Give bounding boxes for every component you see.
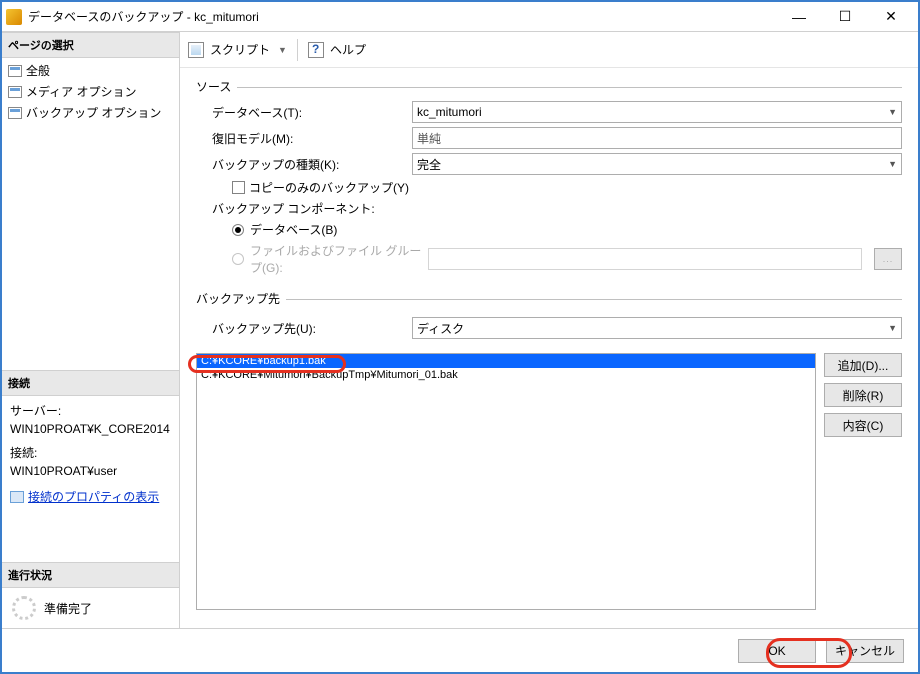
window-title: データベースのバックアップ - kc_mitumori [28,8,776,25]
minimize-button[interactable]: — [776,3,822,31]
destination-group-label: バックアップ先 [196,292,286,306]
database-radio[interactable] [232,224,244,236]
progress-status: 準備完了 [44,600,92,617]
database-combo[interactable]: kc_mitumori▼ [412,101,902,123]
sidebar: ページの選択 全般 メディア オプション バックアップ オプション 接続 サーバ… [2,32,180,628]
remove-button[interactable]: 削除(R) [824,383,902,407]
ok-button[interactable]: OK [738,639,816,663]
maximize-button[interactable]: ☐ [822,3,868,31]
connection-info: サーバー: WIN10PROAT¥K_CORE2014 接続: WIN10PRO… [2,396,179,512]
filegroup-radio [232,253,244,265]
script-icon [188,42,204,58]
sidebar-item-backup-options[interactable]: バックアップ オプション [2,102,179,123]
filegroup-field [428,248,862,270]
cancel-button[interactable]: キャンセル [826,639,904,663]
database-icon [6,9,22,25]
recovery-model-field: 単純 [412,127,902,149]
sidebar-item-label: メディア オプション [26,83,137,100]
list-item[interactable]: C:¥KCORE¥Mitumori¥BackupTmp¥Mitumori_01.… [197,368,815,382]
separator [297,39,298,61]
filegroup-browse-button[interactable]: ... [874,248,902,270]
sidebar-item-label: 全般 [26,62,50,79]
chevron-down-icon: ▼ [888,323,897,333]
sidebar-item-label: バックアップ オプション [26,104,161,121]
progress-header: 進行状況 [2,562,179,588]
server-label: サーバー: [10,402,171,420]
sidebar-item-media[interactable]: メディア オプション [2,81,179,102]
properties-icon [10,491,24,503]
connection-label: 接続: [10,444,171,462]
script-button[interactable]: スクリプト [210,41,270,58]
help-icon [308,42,324,58]
chevron-down-icon[interactable]: ▼ [278,45,287,55]
toolbar: スクリプト ▼ ヘルプ [180,32,918,68]
copy-only-label: コピーのみのバックアップ(Y) [249,179,409,196]
source-group-label: ソース [196,80,237,94]
pages-header: ページの選択 [2,32,179,58]
sidebar-item-general[interactable]: 全般 [2,60,179,81]
database-radio-label: データベース(B) [250,221,337,238]
connection-header: 接続 [2,370,179,396]
server-value: WIN10PROAT¥K_CORE2014 [10,420,171,438]
page-icon [8,65,22,77]
backup-to-combo[interactable]: ディスク▼ [412,317,902,339]
chevron-down-icon: ▼ [888,107,897,117]
recovery-model-label: 復旧モデル(M): [212,130,412,147]
help-button[interactable]: ヘルプ [330,41,366,58]
list-item[interactable]: C:¥KCORE¥backup1.bak [197,354,815,368]
backup-to-label: バックアップ先(U): [212,320,412,337]
backup-type-label: バックアップの種類(K): [212,156,412,173]
component-label: バックアップ コンポーネント: [212,200,412,217]
close-button[interactable]: ✕ [868,3,914,31]
connection-properties-link[interactable]: 接続のプロパティの表示 [10,488,171,506]
add-button[interactable]: 追加(D)... [824,353,902,377]
titlebar[interactable]: データベースのバックアップ - kc_mitumori — ☐ ✕ [2,2,918,32]
destination-list[interactable]: C:¥KCORE¥backup1.bak C:¥KCORE¥Mitumori¥B… [196,353,816,610]
filegroup-radio-label: ファイルおよびファイル グループ(G): [250,242,422,276]
copy-only-checkbox[interactable] [232,181,245,194]
database-label: データベース(T): [212,104,412,121]
contents-button[interactable]: 内容(C) [824,413,902,437]
spinner-icon [12,596,36,620]
footer: OK キャンセル [2,628,918,672]
connection-value: WIN10PROAT¥user [10,462,171,480]
page-icon [8,107,22,119]
page-icon [8,86,22,98]
backup-type-combo[interactable]: 完全▼ [412,153,902,175]
chevron-down-icon: ▼ [888,159,897,169]
